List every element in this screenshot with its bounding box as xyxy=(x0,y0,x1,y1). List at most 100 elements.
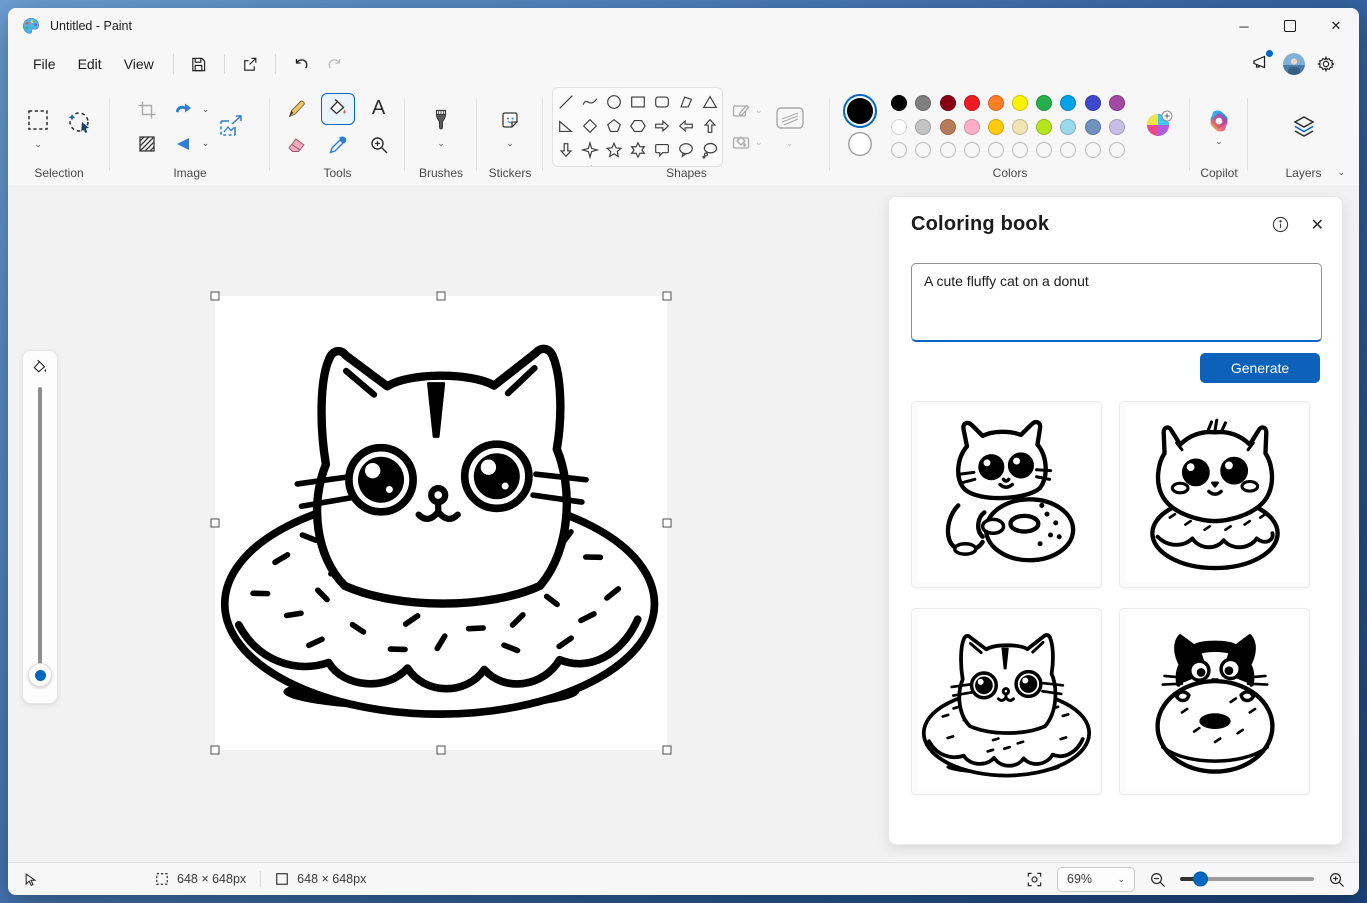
ribbon-collapse-chevron-icon[interactable]: ⌄ xyxy=(1337,168,1345,177)
magnifier-tool-button[interactable] xyxy=(363,130,395,160)
shape-oval-speech-bubble-icon[interactable] xyxy=(675,139,697,161)
shape-speech-bubble-icon[interactable] xyxy=(651,139,673,161)
generated-thumbnail-3[interactable] xyxy=(911,608,1102,795)
shape-five-point-star-icon[interactable] xyxy=(603,139,625,161)
account-avatar[interactable] xyxy=(1283,53,1305,75)
shape-hexagon-icon[interactable] xyxy=(627,115,649,137)
drawing-canvas[interactable] xyxy=(215,296,667,750)
eyedropper-tool-button[interactable] xyxy=(322,130,354,160)
fill-tool-button[interactable] xyxy=(321,93,355,125)
rotate-dropdown-chevron-icon[interactable]: ⌄ xyxy=(202,105,210,114)
custom-color-slot[interactable] xyxy=(1036,142,1052,158)
settings-gear-icon[interactable] xyxy=(1317,55,1335,73)
shape-right-triangle-icon[interactable] xyxy=(555,115,577,137)
zoom-out-icon[interactable] xyxy=(1149,871,1166,888)
stickers-dropdown-chevron-icon[interactable]: ⌄ xyxy=(506,139,514,148)
selection-dropdown-chevron-icon[interactable]: ⌄ xyxy=(34,140,42,149)
custom-color-slot[interactable] xyxy=(1012,142,1028,158)
menu-file[interactable]: File xyxy=(22,50,67,78)
save-button[interactable] xyxy=(182,49,216,79)
undo-button[interactable] xyxy=(284,49,318,79)
color-swatch[interactable] xyxy=(1036,95,1052,111)
flip-dropdown-chevron-icon[interactable]: ⌄ xyxy=(202,139,210,148)
shape-arrow-right-icon[interactable] xyxy=(651,115,673,137)
selection-handle-nw[interactable] xyxy=(211,292,220,301)
color-swatch[interactable] xyxy=(1012,119,1028,135)
custom-color-slot[interactable] xyxy=(1085,142,1101,158)
selection-handle-se[interactable] xyxy=(663,746,672,755)
shape-outline-icon[interactable] xyxy=(731,101,751,121)
prompt-input[interactable]: A cute fluffy cat on a donut xyxy=(911,263,1322,342)
generated-thumbnail-1[interactable] xyxy=(911,401,1102,588)
rectangle-select-button[interactable] xyxy=(22,105,54,135)
fit-to-screen-icon[interactable] xyxy=(1026,871,1043,888)
color-swatch[interactable] xyxy=(1085,95,1101,111)
color-swatch[interactable] xyxy=(891,119,907,135)
shape-line-icon[interactable] xyxy=(555,91,577,113)
selection-handle-ne[interactable] xyxy=(663,292,672,301)
color-swatch[interactable] xyxy=(1036,119,1052,135)
copilot-icon[interactable] xyxy=(1206,108,1232,134)
crop-button[interactable] xyxy=(131,95,163,125)
shape-style-icon[interactable] xyxy=(775,105,805,131)
rotate-button[interactable] xyxy=(167,95,199,125)
shape-arrow-up-icon[interactable] xyxy=(699,115,721,137)
layers-icon[interactable] xyxy=(1290,113,1318,141)
shape-diamond-icon[interactable] xyxy=(579,115,601,137)
menu-edit[interactable]: Edit xyxy=(67,50,113,78)
zoom-slider[interactable] xyxy=(1180,872,1314,886)
text-tool-button[interactable]: A xyxy=(363,94,395,124)
selection-handle-e[interactable] xyxy=(663,519,672,528)
menu-view[interactable]: View xyxy=(113,50,165,78)
shape-curve-icon[interactable] xyxy=(579,91,601,113)
tolerance-slider-thumb[interactable] xyxy=(28,663,52,687)
stickers-button[interactable] xyxy=(494,105,526,135)
custom-color-slot[interactable] xyxy=(988,142,1004,158)
zoom-slider-thumb[interactable] xyxy=(1193,872,1208,887)
maximize-button[interactable] xyxy=(1267,8,1313,44)
redo-button[interactable] xyxy=(318,49,352,79)
flip-button[interactable] xyxy=(167,129,199,159)
pencil-tool-button[interactable] xyxy=(281,94,313,124)
minimize-button[interactable]: ─ xyxy=(1221,8,1267,44)
generated-thumbnail-4[interactable] xyxy=(1119,608,1310,795)
shape-style-chevron-icon[interactable]: ⌄ xyxy=(786,139,794,148)
shape-triangle-icon[interactable] xyxy=(699,91,721,113)
shape-thought-bubble-icon[interactable] xyxy=(699,139,721,161)
selection-resize-button[interactable] xyxy=(131,129,163,159)
shape-rectangle-icon[interactable] xyxy=(627,91,649,113)
close-button[interactable]: ✕ xyxy=(1313,8,1359,44)
color-swatch[interactable] xyxy=(988,119,1004,135)
tolerance-slider-track[interactable] xyxy=(38,387,42,683)
color-swatch[interactable] xyxy=(915,119,931,135)
resize-image-button[interactable] xyxy=(213,109,249,145)
selection-handle-w[interactable] xyxy=(211,519,220,528)
custom-color-slot[interactable] xyxy=(891,142,907,158)
copilot-dropdown-chevron-icon[interactable]: ⌄ xyxy=(1215,137,1223,146)
brushes-button[interactable] xyxy=(425,105,457,135)
custom-color-slot[interactable] xyxy=(964,142,980,158)
shape-arrow-left-icon[interactable] xyxy=(675,115,697,137)
shape-arrow-down-icon[interactable] xyxy=(555,139,577,161)
shape-rounded-rectangle-icon[interactable] xyxy=(651,91,673,113)
shape-pentagon-icon[interactable] xyxy=(603,115,625,137)
announcements-button[interactable] xyxy=(1251,53,1271,76)
zoom-in-icon[interactable] xyxy=(1328,871,1345,888)
zoom-level-dropdown[interactable]: 69% ⌄ xyxy=(1057,867,1135,892)
panel-close-icon[interactable]: ✕ xyxy=(1311,215,1324,235)
color-swatch[interactable] xyxy=(1109,95,1125,111)
custom-color-slot[interactable] xyxy=(940,142,956,158)
color-swatch[interactable] xyxy=(988,95,1004,111)
shape-ellipse-icon[interactable] xyxy=(603,91,625,113)
color-swatch[interactable] xyxy=(1060,119,1076,135)
shape-polygon-icon[interactable] xyxy=(675,91,697,113)
color-swatch[interactable] xyxy=(940,119,956,135)
generate-button[interactable]: Generate xyxy=(1200,353,1320,383)
selection-handle-s[interactable] xyxy=(437,746,446,755)
custom-color-slot[interactable] xyxy=(1060,142,1076,158)
color-swatch[interactable] xyxy=(1085,119,1101,135)
color-swatch[interactable] xyxy=(1109,119,1125,135)
shape-outline-chevron-icon[interactable]: ⌄ xyxy=(755,106,763,115)
selection-handle-n[interactable] xyxy=(437,292,446,301)
eraser-tool-button[interactable] xyxy=(281,130,313,160)
